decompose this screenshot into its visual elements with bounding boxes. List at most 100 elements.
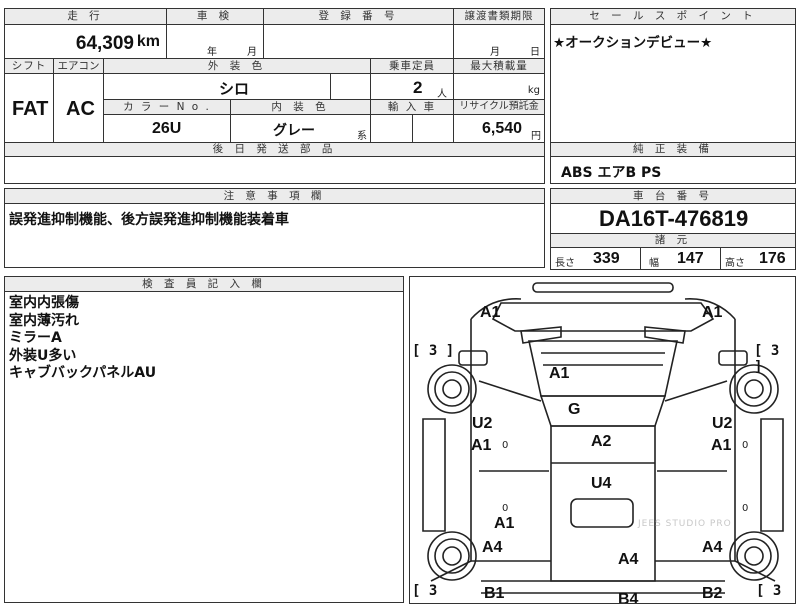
color-no-value: 26U xyxy=(152,120,182,137)
label-bracket-top-right: [ 3 ] xyxy=(754,343,780,375)
length-cell: 長さ 339 xyxy=(550,247,641,270)
label-left-u2: U2 xyxy=(472,415,493,432)
label-front-left: A1 xyxy=(480,304,501,321)
registration-header: 登 録 番 号 xyxy=(263,8,454,25)
chassis-cell: DA16T-476819 xyxy=(550,203,796,234)
length-value: 339 xyxy=(593,250,620,267)
label-roof: G xyxy=(568,401,581,418)
width-cell: 幅 147 xyxy=(640,247,721,270)
notes-text: 誤発進抑制機能、後方誤発進抑制機能装着車 xyxy=(9,212,289,228)
interior-color-value: グレー xyxy=(273,123,315,139)
label-bracket-top-left: [ 3 ] xyxy=(412,343,455,359)
inspection-year: 年 xyxy=(207,47,217,58)
capacity-value: 2 xyxy=(413,78,423,97)
watermark-text: JEES STUDIO PRO xyxy=(638,519,732,529)
interior-color-header: 内 装 色 xyxy=(230,99,371,115)
inspector-lines: 室内内張傷 室内薄汚れ ミラーA 外装U多い キャブバックパネルAU xyxy=(9,295,156,383)
label-mid-left-zero: 0 xyxy=(502,503,509,514)
label-left-a1: A1 xyxy=(471,437,492,454)
label-left-a4: A4 xyxy=(482,539,503,556)
chassis-value: DA16T-476819 xyxy=(599,206,749,231)
recycle-cell: 6,540 円 xyxy=(453,114,545,143)
capacity-cell: 2 人 xyxy=(370,73,454,100)
length-label: 長さ xyxy=(555,258,575,269)
label-rear-right-b2: B2 xyxy=(702,585,723,602)
genuine-equipment-text: ABS エアB PS xyxy=(561,165,662,181)
genuine-equipment-cell: ABS エアB PS xyxy=(550,156,796,184)
color-no-header: カ ラ ー N o . xyxy=(103,99,231,115)
import-header: 輸 入 車 xyxy=(370,99,454,115)
ac-cell: AC xyxy=(53,73,104,143)
ac-value: AC xyxy=(66,98,95,120)
inspector-line: ミラーA xyxy=(9,330,62,346)
capacity-unit: 人 xyxy=(437,89,447,100)
mileage-unit: km xyxy=(136,33,160,50)
label-mid-a1: A1 xyxy=(494,515,515,532)
exterior-color-cell: シロ xyxy=(103,73,331,100)
inspection-month: 月 xyxy=(247,47,257,58)
label-windshield: A1 xyxy=(549,365,570,382)
mileage-value: 64,309 xyxy=(75,33,134,54)
width-label: 幅 xyxy=(649,258,659,269)
transfer-deadline-cell: 月 日 xyxy=(453,24,545,59)
color-no-cell: 26U xyxy=(103,114,231,143)
inspector-line: キャブバックパネルAU xyxy=(9,365,157,381)
label-center-a4: A4 xyxy=(618,551,639,568)
inspector-header: 検 査 員 記 入 欄 xyxy=(4,276,404,292)
inspector-line: 室内薄汚れ xyxy=(9,312,79,329)
notes-header: 注 意 事 項 欄 xyxy=(4,188,545,204)
label-left-zero: 0 xyxy=(502,440,509,451)
inspector-line: 外装U多い xyxy=(9,347,77,364)
recycle-unit: 円 xyxy=(531,131,541,142)
sales-point-cell: ★オークションデビュー★ xyxy=(550,24,796,143)
max-load-unit: kg xyxy=(527,85,540,96)
transfer-deadline-header: 譲渡書類期限 xyxy=(453,8,545,25)
mileage-cell: 64,309 km xyxy=(4,24,167,59)
recycle-header: リサイクル預託金 xyxy=(453,99,545,115)
label-rear-b4: B4 xyxy=(618,591,639,604)
exterior-color-extra xyxy=(330,73,371,100)
width-value: 147 xyxy=(677,250,704,267)
label-hood-a2: A2 xyxy=(591,433,612,450)
label-bed-u4: U4 xyxy=(591,475,612,492)
registration-cell xyxy=(263,24,454,59)
shift-cell: FAT xyxy=(4,73,54,143)
inspector-cell: 室内内張傷 室内薄汚れ ミラーA 外装U多い キャブバックパネルAU xyxy=(4,291,404,603)
chassis-header: 車 台 番 号 xyxy=(550,188,796,204)
recycle-value: 6,540 xyxy=(482,120,523,137)
sales-point-header: セ ー ル ス ポ イ ン ト xyxy=(550,8,796,25)
transfer-day: 日 xyxy=(530,47,540,58)
label-rear-left-b1: B1 xyxy=(484,585,505,602)
inspection-cell: 年 月 xyxy=(166,24,264,59)
import-cell-b xyxy=(412,114,454,143)
notes-cell: 誤発進抑制機能、後方誤発進抑制機能装着車 xyxy=(4,203,545,268)
sales-point-text: ★オークションデビュー★ xyxy=(553,35,713,51)
height-label: 高さ xyxy=(725,258,745,269)
label-right-u2: U2 xyxy=(712,415,733,432)
label-mid-right-zero: 0 xyxy=(742,503,749,514)
damage-diagram: JEES STUDIO PRO A1 A1 [ 3 ] [ 3 ] A1 G U… xyxy=(409,276,796,604)
inspector-line: 室内内張傷 xyxy=(9,295,79,311)
label-right-a1: A1 xyxy=(711,437,732,454)
spec-header: 諸 元 xyxy=(550,233,796,248)
label-bracket-bottom-right: [ 3 xyxy=(756,583,782,599)
ac-header: エアコン xyxy=(53,58,104,74)
height-cell: 高さ 176 xyxy=(720,247,796,270)
later-parts-cell xyxy=(4,156,545,184)
exterior-color-header: 外 装 色 xyxy=(103,58,371,74)
label-right-zero: 0 xyxy=(742,440,749,451)
interior-color-cell: グレー 系 xyxy=(230,114,371,143)
interior-color-suffix: 系 xyxy=(357,131,367,142)
capacity-header: 乗車定員 xyxy=(370,58,454,74)
label-front-right: A1 xyxy=(702,304,723,321)
later-parts-header: 後 日 発 送 部 品 xyxy=(4,142,545,157)
label-right-a4: A4 xyxy=(702,539,723,556)
height-value: 176 xyxy=(759,250,786,267)
inspection-header: 車 検 xyxy=(166,8,264,25)
max-load-cell: kg xyxy=(453,73,545,100)
mileage-header: 走 行 xyxy=(4,8,167,25)
exterior-color-value: シロ xyxy=(219,80,250,98)
transfer-month: 月 xyxy=(490,47,500,58)
shift-header: シフト xyxy=(4,58,54,74)
shift-value: FAT xyxy=(12,98,49,120)
